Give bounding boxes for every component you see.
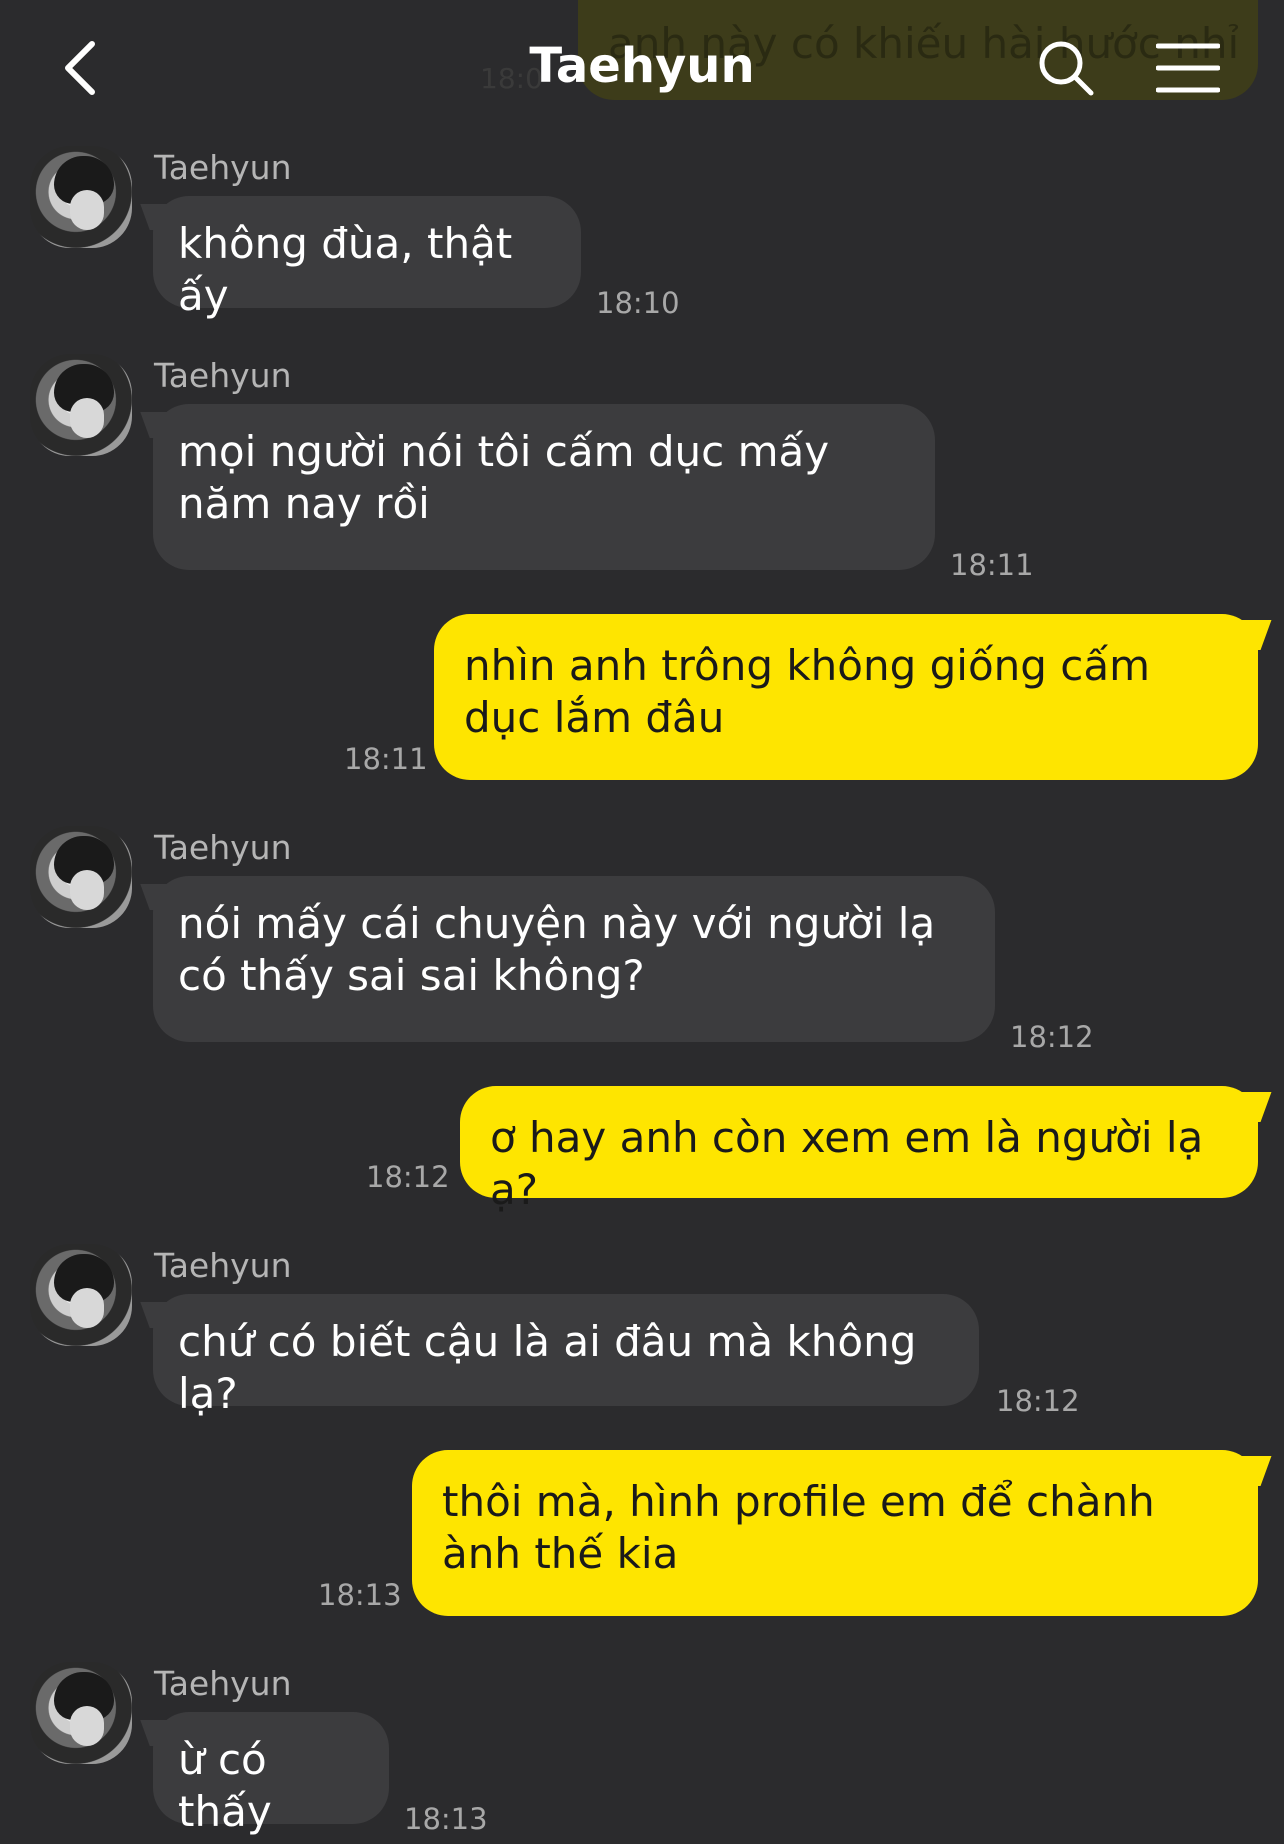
message-text: ừ có thấy [178,1735,272,1836]
avatar[interactable] [30,354,132,456]
message-text: không đùa, thật ấy [178,219,513,320]
message-bubble[interactable]: không đùa, thật ấy [153,196,581,320]
message-text: chứ có biết cậu là ai đâu mà không lạ? [178,1317,917,1418]
avatar[interactable] [30,146,132,248]
message-time: 18:12 [366,1160,450,1194]
sender-name: Taehyun [154,1246,292,1285]
message-time: 18:10 [596,286,680,320]
message-text: nói mấy cái chuyện này với người lạ có t… [178,899,936,1000]
message-text: thôi mà, hình profile em để chành ành th… [442,1477,1155,1578]
message-text: mọi người nói tôi cấm dục mấy năm nay rồ… [178,427,830,528]
message-time: 18:12 [996,1384,1080,1418]
message-bubble[interactable]: ừ có thấy [153,1712,389,1836]
message-time: 18:13 [318,1578,402,1612]
hamburger-menu-icon [1156,43,1220,93]
sender-name: Taehyun [154,1664,292,1703]
outgoing-message-bubble[interactable]: ơ hay anh còn xem em là người lạ ạ? [460,1086,1258,1214]
message-time: 18:13 [404,1802,488,1836]
outgoing-message-bubble[interactable]: thôi mà, hình profile em để chành ành th… [412,1450,1258,1616]
avatar[interactable] [30,1244,132,1346]
sender-name: Taehyun [154,828,292,867]
sender-name: Taehyun [154,148,292,187]
chat-screen: anh này có khiếu hài hước nhỉ 18:0 Taehy… [0,0,1284,1844]
chat-header: Taehyun [0,0,1284,130]
message-time: 18:12 [1010,1020,1094,1054]
message-bubble[interactable]: nói mấy cái chuyện này với người lạ có t… [153,876,995,1042]
avatar[interactable] [30,1662,132,1764]
avatar[interactable] [30,826,132,928]
menu-button[interactable] [1148,28,1228,108]
message-bubble[interactable]: chứ có biết cậu là ai đâu mà không lạ? [153,1294,979,1418]
sender-name: Taehyun [154,356,292,395]
message-text: nhìn anh trông không giống cấm dục lắm đ… [464,641,1151,742]
message-time: 18:11 [344,742,428,776]
outgoing-message-bubble[interactable]: nhìn anh trông không giống cấm dục lắm đ… [434,614,1258,780]
message-time: 18:11 [950,548,1034,582]
search-icon [1039,41,1094,96]
message-text: ơ hay anh còn xem em là người lạ ạ? [490,1113,1204,1214]
message-bubble[interactable]: mọi người nói tôi cấm dục mấy năm nay rồ… [153,404,935,570]
search-button[interactable] [1026,28,1106,108]
